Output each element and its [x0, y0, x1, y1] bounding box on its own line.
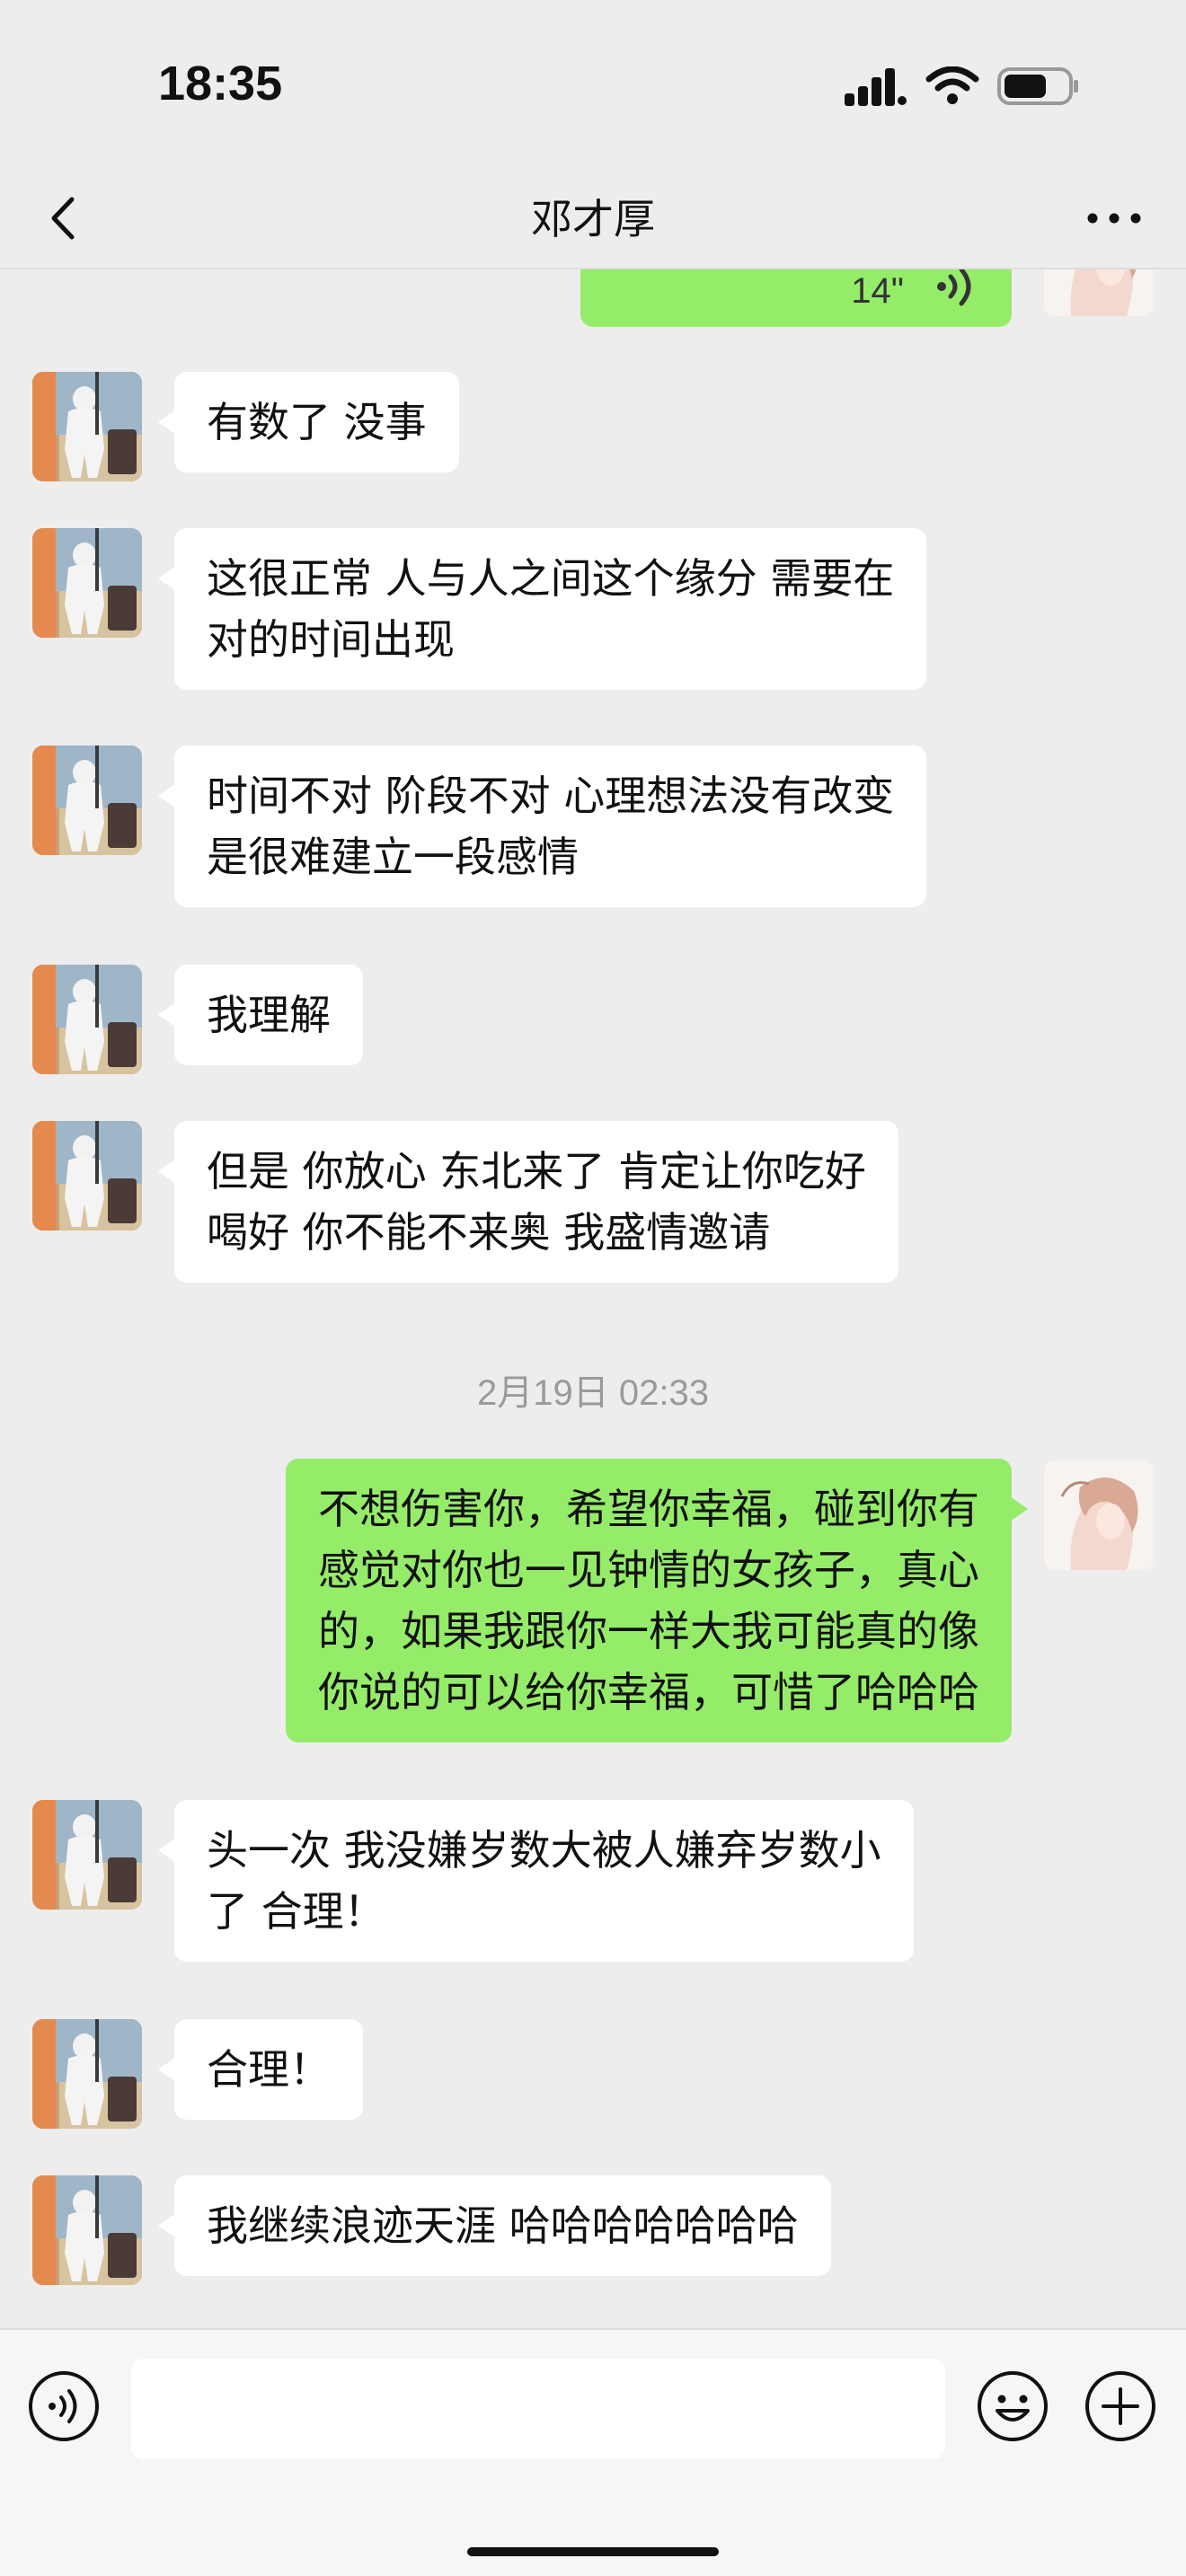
chat-header: 邓才厚 [0, 171, 1186, 269]
anime-girl-avatar-image [1044, 1460, 1154, 1570]
my-avatar[interactable] [1044, 1460, 1154, 1570]
message-text: 你说的可以给你幸福，可惜了哈哈哈 [318, 1668, 979, 1716]
cellular-signal-icon [845, 68, 907, 106]
status-icons [845, 63, 1080, 110]
contact-avatar[interactable] [32, 1800, 142, 1910]
received-message-bubble[interactable]: 我继续浪迹天涯 哈哈哈哈哈哈哈 [158, 2175, 831, 2276]
battery-icon [997, 67, 1078, 105]
message-text: 有数了 没事 [207, 398, 427, 446]
received-message-bubble[interactable]: 但是 你放心 东北来了 肯定让你吃好 喝好 你不能不来奥 我盛情邀请 [158, 1121, 898, 1283]
contact-avatar-image [32, 2175, 142, 2285]
received-message-bubble[interactable]: 合理！ [158, 2019, 363, 2120]
status-time: 18:35 [158, 57, 283, 110]
voice-wave-icon [937, 269, 971, 306]
contact-avatar[interactable] [32, 528, 142, 638]
message-text: 感觉对你也一见钟情的女孩子，真心 [318, 1546, 979, 1594]
voice-input-button[interactable] [27, 2369, 101, 2443]
more-options-button[interactable] [1078, 187, 1150, 250]
message-text: 合理！ [207, 2045, 331, 2094]
contact-avatar-image [32, 2019, 142, 2129]
message-text: 了 合理！ [207, 1887, 385, 1936]
message-text: 喝好 你不能不来奥 我盛情邀请 [207, 1208, 771, 1257]
contact-avatar-image [32, 965, 142, 1074]
message-input[interactable] [131, 2359, 945, 2459]
voice-message-bubble[interactable]: 14" [580, 269, 1012, 327]
message-text: 时间不对 阶段不对 心理想法没有改变 [207, 772, 895, 820]
received-message-bubble[interactable]: 时间不对 阶段不对 心理想法没有改变 是很难建立一段感情 [157, 745, 927, 907]
message-text: 是很难建立一段感情 [207, 833, 579, 881]
contact-avatar[interactable] [32, 2175, 142, 2285]
contact-avatar-image [32, 372, 142, 481]
status-bar: 18:35 [0, 0, 1186, 171]
my-avatar[interactable] [1044, 269, 1154, 316]
voice-icon [29, 2371, 99, 2441]
contact-avatar[interactable] [32, 965, 142, 1074]
plus-icon [1085, 2371, 1155, 2441]
wifi-icon [925, 66, 979, 104]
chat-input-bar [0, 2328, 1186, 2576]
contact-avatar-image [32, 745, 142, 855]
contact-avatar[interactable] [32, 372, 142, 481]
contact-avatar-image [32, 1800, 142, 1910]
contact-avatar[interactable] [32, 745, 142, 855]
contact-avatar-image [32, 1121, 142, 1231]
contact-avatar[interactable] [32, 2019, 142, 2129]
message-timestamp: 2月19日 02:33 [477, 1373, 709, 1413]
anime-girl-avatar-image [1044, 269, 1154, 316]
received-message-bubble[interactable]: 有数了 没事 [158, 372, 459, 472]
received-message-bubble[interactable]: 头一次 我没嫌岁数大被人嫌弃岁数小 了 合理！ [158, 1800, 914, 1962]
more-functions-button[interactable] [1084, 2369, 1157, 2443]
message-text: 我理解 [207, 991, 331, 1039]
received-message-bubble[interactable]: 这很正常 人与人之间这个缘分 需要在 对的时间出现 [157, 528, 927, 690]
message-text: 但是 你放心 东北来了 肯定让你吃好 [207, 1147, 866, 1195]
message-text: 头一次 我没嫌岁数大被人嫌弃岁数小 [207, 1826, 881, 1875]
contact-avatar-image [32, 528, 142, 638]
chat-title: 邓才厚 [531, 195, 655, 243]
message-text: 不想伤害你，希望你幸福，碰到你有 [318, 1485, 979, 1533]
message-text: 我继续浪迹天涯 哈哈哈哈哈哈哈 [207, 2201, 799, 2250]
chat-message-list[interactable]: 14" 有数了 没事 这很正常 人与人之间这个缘分 需要在 对的时间出现 时间不… [0, 269, 1186, 2328]
received-message-bubble[interactable]: 我理解 [158, 965, 363, 1065]
message-text: 的，如果我跟你一样大我可能真的像 [318, 1607, 979, 1655]
voice-duration: 14" [851, 271, 904, 311]
emoji-button[interactable] [976, 2369, 1049, 2443]
contact-avatar[interactable] [32, 1121, 142, 1231]
sent-message-bubble[interactable]: 不想伤害你，希望你幸福，碰到你有 感觉对你也一见钟情的女孩子，真心 的，如果我跟… [286, 1459, 1028, 1742]
message-text: 这很正常 人与人之间这个缘分 需要在 [207, 554, 895, 603]
more-dots-icon [1087, 213, 1141, 224]
emoji-icon [978, 2371, 1048, 2441]
home-indicator [467, 2547, 719, 2556]
message-text: 对的时间出现 [207, 615, 455, 664]
